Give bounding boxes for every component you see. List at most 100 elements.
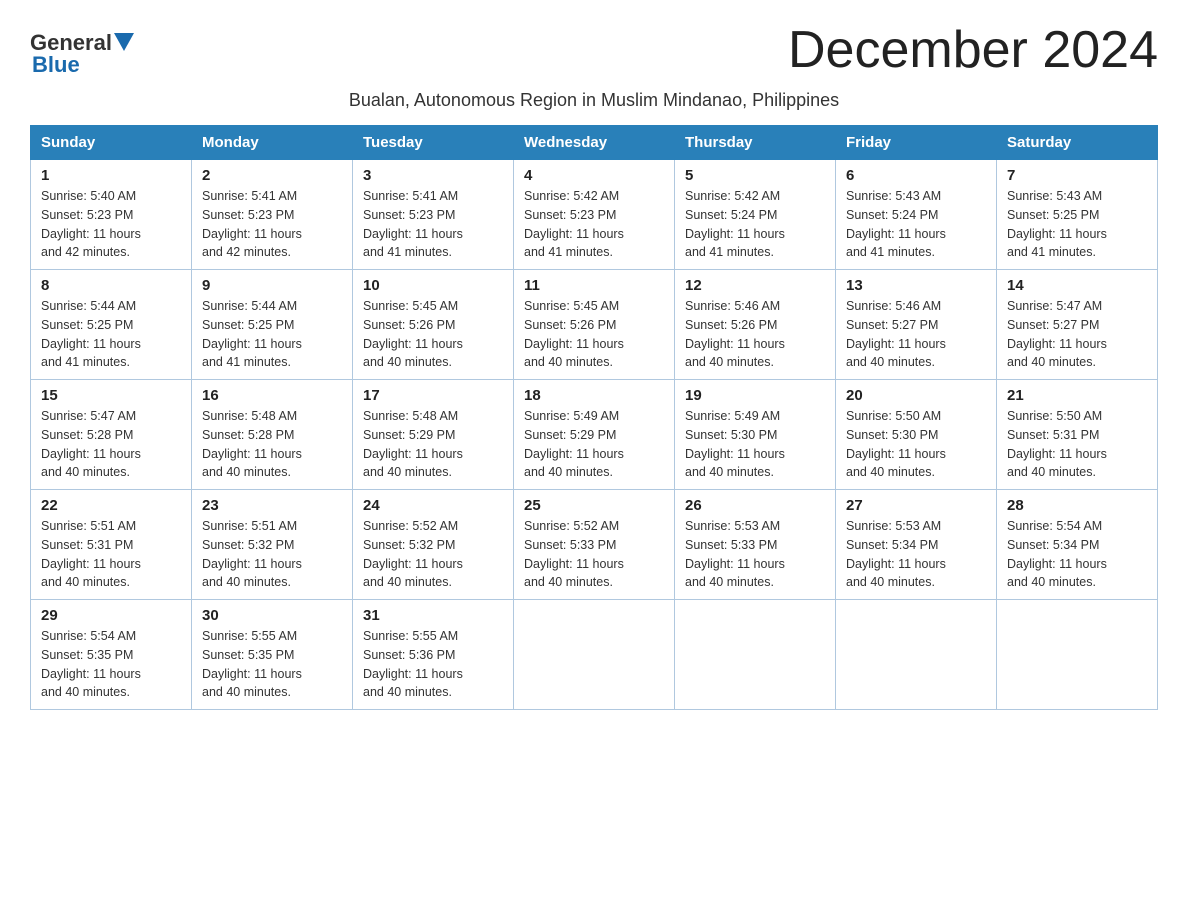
month-title: December 2024 <box>788 20 1158 80</box>
day-info: Sunrise: 5:53 AMSunset: 5:34 PMDaylight:… <box>846 517 986 592</box>
day-info: Sunrise: 5:46 AMSunset: 5:27 PMDaylight:… <box>846 297 986 372</box>
header-saturday: Saturday <box>997 126 1158 160</box>
day-info: Sunrise: 5:43 AMSunset: 5:25 PMDaylight:… <box>1007 187 1147 262</box>
day-number: 3 <box>363 167 503 184</box>
day-number: 8 <box>41 277 181 294</box>
day-number: 25 <box>524 497 664 514</box>
day-info: Sunrise: 5:50 AMSunset: 5:31 PMDaylight:… <box>1007 407 1147 482</box>
day-info: Sunrise: 5:52 AMSunset: 5:32 PMDaylight:… <box>363 517 503 592</box>
day-number: 17 <box>363 387 503 404</box>
logo-arrow-icon <box>114 33 134 51</box>
header-tuesday: Tuesday <box>353 126 514 160</box>
calendar-cell: 8 Sunrise: 5:44 AMSunset: 5:25 PMDaylight… <box>31 270 192 380</box>
day-number: 13 <box>846 277 986 294</box>
day-number: 2 <box>202 167 342 184</box>
calendar-cell: 14 Sunrise: 5:47 AMSunset: 5:27 PMDayligh… <box>997 270 1158 380</box>
calendar-cell <box>836 600 997 710</box>
calendar-header-row: SundayMondayTuesdayWednesdayThursdayFrid… <box>31 126 1158 160</box>
day-number: 7 <box>1007 167 1147 184</box>
calendar-cell: 1 Sunrise: 5:40 AMSunset: 5:23 PMDaylight… <box>31 160 192 270</box>
calendar-cell: 18Sunrise: 5:49 AMSunset: 5:29 PMDayligh… <box>514 380 675 490</box>
calendar-cell: 4 Sunrise: 5:42 AMSunset: 5:23 PMDaylight… <box>514 160 675 270</box>
day-number: 15 <box>41 387 181 404</box>
day-number: 21 <box>1007 387 1147 404</box>
day-number: 4 <box>524 167 664 184</box>
day-number: 20 <box>846 387 986 404</box>
day-info: Sunrise: 5:42 AMSunset: 5:23 PMDaylight:… <box>524 187 664 262</box>
calendar-cell: 27 Sunrise: 5:53 AMSunset: 5:34 PMDayligh… <box>836 490 997 600</box>
day-number: 10 <box>363 277 503 294</box>
day-info: Sunrise: 5:46 AMSunset: 5:26 PMDaylight:… <box>685 297 825 372</box>
day-number: 26 <box>685 497 825 514</box>
calendar-cell: 15Sunrise: 5:47 AMSunset: 5:28 PMDayligh… <box>31 380 192 490</box>
logo: General Blue <box>30 30 134 78</box>
calendar-cell: 19 Sunrise: 5:49 AMSunset: 5:30 PMDayligh… <box>675 380 836 490</box>
day-info: Sunrise: 5:43 AMSunset: 5:24 PMDaylight:… <box>846 187 986 262</box>
week-row-3: 15Sunrise: 5:47 AMSunset: 5:28 PMDayligh… <box>31 380 1158 490</box>
day-number: 22 <box>41 497 181 514</box>
day-number: 31 <box>363 607 503 624</box>
day-info: Sunrise: 5:51 AMSunset: 5:32 PMDaylight:… <box>202 517 342 592</box>
page-header: General Blue December 2024 <box>30 20 1158 80</box>
calendar-cell: 16 Sunrise: 5:48 AMSunset: 5:28 PMDayligh… <box>192 380 353 490</box>
calendar-cell: 3 Sunrise: 5:41 AMSunset: 5:23 PMDaylight… <box>353 160 514 270</box>
calendar-cell: 17 Sunrise: 5:48 AMSunset: 5:29 PMDayligh… <box>353 380 514 490</box>
week-row-5: 29 Sunrise: 5:54 AMSunset: 5:35 PMDayligh… <box>31 600 1158 710</box>
header-thursday: Thursday <box>675 126 836 160</box>
calendar-cell: 23 Sunrise: 5:51 AMSunset: 5:32 PMDayligh… <box>192 490 353 600</box>
calendar-cell: 5Sunrise: 5:42 AMSunset: 5:24 PMDaylight… <box>675 160 836 270</box>
day-info: Sunrise: 5:50 AMSunset: 5:30 PMDaylight:… <box>846 407 986 482</box>
day-number: 23 <box>202 497 342 514</box>
day-info: Sunrise: 5:54 AMSunset: 5:34 PMDaylight:… <box>1007 517 1147 592</box>
day-number: 16 <box>202 387 342 404</box>
header-wednesday: Wednesday <box>514 126 675 160</box>
day-info: Sunrise: 5:41 AMSunset: 5:23 PMDaylight:… <box>363 187 503 262</box>
day-info: Sunrise: 5:44 AMSunset: 5:25 PMDaylight:… <box>202 297 342 372</box>
calendar-cell: 24 Sunrise: 5:52 AMSunset: 5:32 PMDayligh… <box>353 490 514 600</box>
day-info: Sunrise: 5:49 AMSunset: 5:30 PMDaylight:… <box>685 407 825 482</box>
week-row-4: 22 Sunrise: 5:51 AMSunset: 5:31 PMDayligh… <box>31 490 1158 600</box>
day-info: Sunrise: 5:45 AMSunset: 5:26 PMDaylight:… <box>363 297 503 372</box>
calendar-cell: 21 Sunrise: 5:50 AMSunset: 5:31 PMDayligh… <box>997 380 1158 490</box>
week-row-2: 8 Sunrise: 5:44 AMSunset: 5:25 PMDaylight… <box>31 270 1158 380</box>
calendar-cell: 28 Sunrise: 5:54 AMSunset: 5:34 PMDayligh… <box>997 490 1158 600</box>
day-number: 12 <box>685 277 825 294</box>
day-info: Sunrise: 5:55 AMSunset: 5:35 PMDaylight:… <box>202 627 342 702</box>
header-friday: Friday <box>836 126 997 160</box>
calendar-cell: 31 Sunrise: 5:55 AMSunset: 5:36 PMDayligh… <box>353 600 514 710</box>
header-sunday: Sunday <box>31 126 192 160</box>
day-number: 11 <box>524 277 664 294</box>
day-info: Sunrise: 5:55 AMSunset: 5:36 PMDaylight:… <box>363 627 503 702</box>
week-row-1: 1 Sunrise: 5:40 AMSunset: 5:23 PMDaylight… <box>31 160 1158 270</box>
calendar-cell: 6Sunrise: 5:43 AMSunset: 5:24 PMDaylight… <box>836 160 997 270</box>
calendar-table: SundayMondayTuesdayWednesdayThursdayFrid… <box>30 125 1158 710</box>
location-subtitle: Bualan, Autonomous Region in Muslim Mind… <box>30 90 1158 111</box>
calendar-cell: 30Sunrise: 5:55 AMSunset: 5:35 PMDayligh… <box>192 600 353 710</box>
header-monday: Monday <box>192 126 353 160</box>
day-number: 29 <box>41 607 181 624</box>
day-info: Sunrise: 5:44 AMSunset: 5:25 PMDaylight:… <box>41 297 181 372</box>
day-number: 24 <box>363 497 503 514</box>
day-number: 27 <box>846 497 986 514</box>
calendar-cell: 25 Sunrise: 5:52 AMSunset: 5:33 PMDayligh… <box>514 490 675 600</box>
calendar-cell <box>514 600 675 710</box>
calendar-cell: 12 Sunrise: 5:46 AMSunset: 5:26 PMDayligh… <box>675 270 836 380</box>
day-number: 9 <box>202 277 342 294</box>
day-info: Sunrise: 5:47 AMSunset: 5:27 PMDaylight:… <box>1007 297 1147 372</box>
calendar-cell: 10 Sunrise: 5:45 AMSunset: 5:26 PMDayligh… <box>353 270 514 380</box>
calendar-cell: 2 Sunrise: 5:41 AMSunset: 5:23 PMDaylight… <box>192 160 353 270</box>
day-info: Sunrise: 5:41 AMSunset: 5:23 PMDaylight:… <box>202 187 342 262</box>
day-info: Sunrise: 5:51 AMSunset: 5:31 PMDaylight:… <box>41 517 181 592</box>
calendar-cell: 13 Sunrise: 5:46 AMSunset: 5:27 PMDayligh… <box>836 270 997 380</box>
day-info: Sunrise: 5:54 AMSunset: 5:35 PMDaylight:… <box>41 627 181 702</box>
day-number: 1 <box>41 167 181 184</box>
day-info: Sunrise: 5:40 AMSunset: 5:23 PMDaylight:… <box>41 187 181 262</box>
day-info: Sunrise: 5:45 AMSunset: 5:26 PMDaylight:… <box>524 297 664 372</box>
logo-blue-text: Blue <box>32 52 80 78</box>
day-number: 14 <box>1007 277 1147 294</box>
day-info: Sunrise: 5:48 AMSunset: 5:28 PMDaylight:… <box>202 407 342 482</box>
day-info: Sunrise: 5:48 AMSunset: 5:29 PMDaylight:… <box>363 407 503 482</box>
day-number: 19 <box>685 387 825 404</box>
day-number: 28 <box>1007 497 1147 514</box>
day-info: Sunrise: 5:52 AMSunset: 5:33 PMDaylight:… <box>524 517 664 592</box>
